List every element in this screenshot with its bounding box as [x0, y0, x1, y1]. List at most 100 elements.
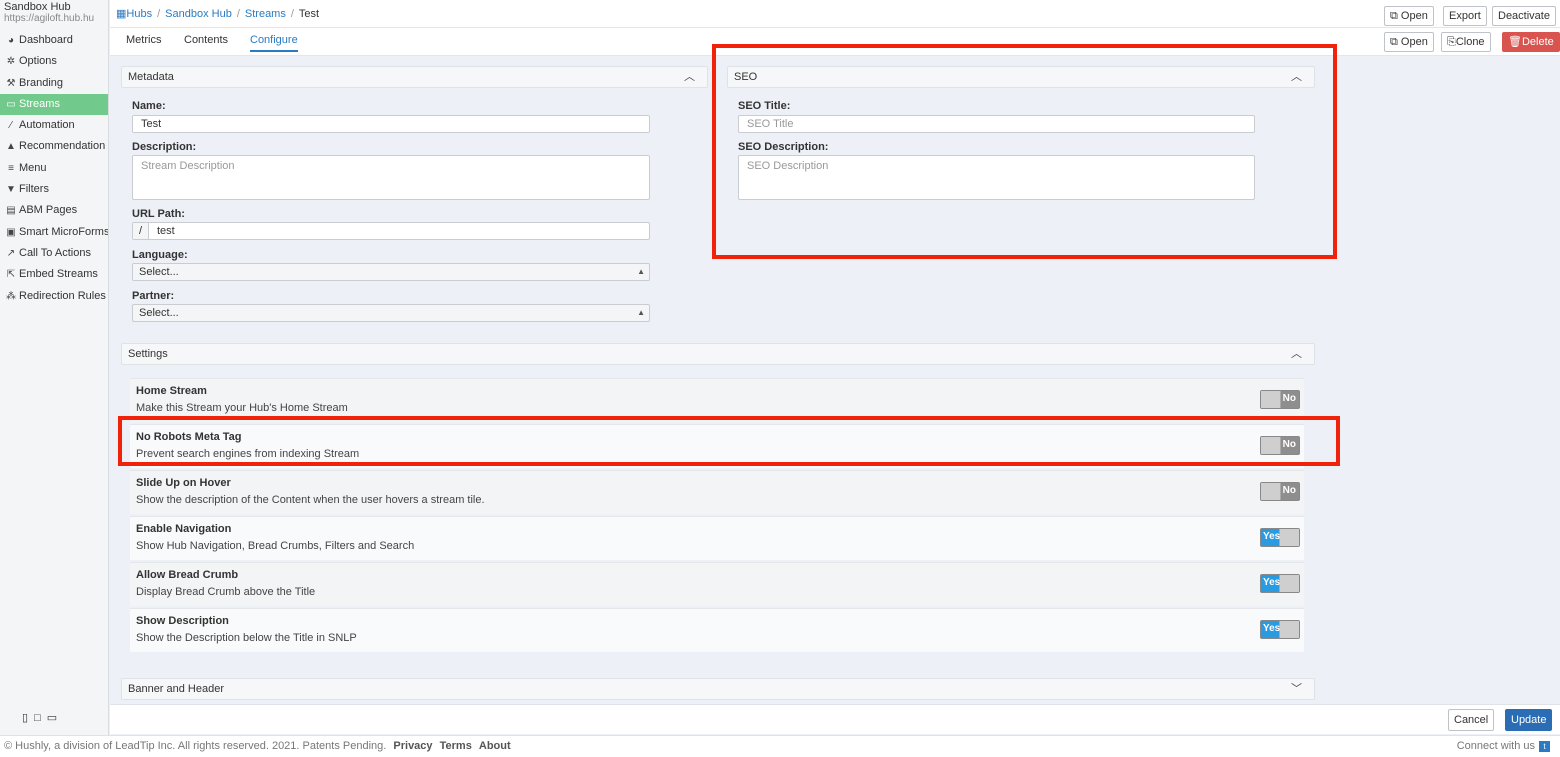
description-field[interactable]: Stream Description — [132, 155, 650, 200]
sidebar-item-abm-pages[interactable]: ▤ ABM Pages — [0, 200, 108, 221]
footer: © Hushly, a division of LeadTip Inc. All… — [0, 735, 1560, 757]
chevron-up-icon[interactable]: ︿ — [1291, 67, 1302, 87]
copyright-text: © Hushly, a division of LeadTip Inc. All… — [4, 740, 387, 752]
dashboard-icon: ◕ — [7, 35, 15, 46]
privacy-link[interactable]: Privacy — [393, 740, 432, 752]
toggle-state: No — [1282, 439, 1296, 450]
button-label: Open — [1400, 36, 1428, 48]
cancel-button[interactable]: Cancel — [1448, 709, 1495, 731]
open-hub-button[interactable]: ⧉ Open — [1384, 6, 1434, 26]
sidebar-item-call-to-actions[interactable]: ↗ Call To Actions — [0, 243, 108, 264]
streams-icon: ▭ — [6, 98, 16, 110]
sidebar-item-label: Branding — [19, 76, 64, 89]
filter-icon: ▼ — [6, 184, 16, 196]
toggle-state: Yes — [1263, 577, 1281, 588]
sidebar-item-label: Smart MicroForms — [19, 225, 108, 238]
setting-row-slide-up: Slide Up on Hover Show the description o… — [130, 470, 1304, 514]
slide-up-toggle[interactable]: No — [1260, 482, 1300, 501]
sidebar-item-redirection-rules[interactable]: ⁂ Redirection Rules — [0, 286, 108, 307]
device-preview-switcher: ▯□▭ — [22, 711, 63, 724]
sidebar-item-menu[interactable]: ≡ Menu — [0, 158, 108, 179]
clone-button[interactable]: ⎘Clone — [1441, 32, 1491, 52]
deactivate-button[interactable]: Deactivate — [1492, 6, 1556, 26]
desktop-icon[interactable]: ▭ — [47, 712, 63, 724]
tab-metrics[interactable]: Metrics — [126, 34, 161, 50]
hub-title: Sandbox Hub https://agiloft.hub.hu — [0, 0, 108, 25]
hub-name: Sandbox Hub — [4, 1, 71, 13]
allow-bread-crumb-toggle[interactable]: Yes — [1260, 574, 1300, 593]
update-button[interactable]: Update — [1505, 709, 1553, 731]
breadcrumb-hubs[interactable]: ▦Hubs — [116, 8, 152, 20]
breadcrumb-streams[interactable]: Streams — [245, 8, 286, 20]
sidebar-item-embed-streams[interactable]: ⇱ Embed Streams — [0, 264, 108, 285]
chevron-down-icon[interactable]: ﹀ — [1291, 679, 1302, 699]
sidebar-item-recommendation[interactable]: ▲ Recommendation — [0, 136, 108, 157]
tab-contents[interactable]: Contents — [184, 34, 228, 50]
setting-row-show-description: Show Description Show the Description be… — [130, 608, 1304, 652]
no-robots-toggle[interactable]: No — [1260, 436, 1300, 455]
delete-button[interactable]: 🗑Delete — [1502, 32, 1560, 52]
enable-navigation-toggle[interactable]: Yes — [1260, 528, 1300, 547]
sidebar-item-label: Filters — [19, 183, 49, 196]
name-field[interactable]: Test — [132, 115, 650, 133]
setting-title: No Robots Meta Tag — [136, 431, 242, 443]
sidebar-item-options[interactable]: ✲ Options — [0, 51, 108, 72]
sidebar-item-label: Redirection Rules — [19, 289, 106, 302]
partner-select[interactable]: Select... ▲ — [132, 304, 650, 322]
terms-link[interactable]: Terms — [440, 740, 472, 752]
menu-icon: ≡ — [8, 162, 14, 174]
sidebar-item-label: Call To Actions — [19, 246, 91, 259]
chevron-up-icon[interactable]: ︿ — [684, 67, 695, 87]
setting-description: Show the Description below the Title in … — [136, 632, 357, 644]
sidebar-item-label: Menu — [19, 161, 47, 174]
action-bar: Cancel Update — [110, 704, 1560, 734]
sidebar-item-branding[interactable]: ⚒ Branding — [0, 73, 108, 94]
sidebar-item-streams[interactable]: ▭ Streams — [0, 93, 108, 116]
connect-with-us: Connect with us t — [1457, 736, 1550, 757]
seo-title-label: SEO Title: — [738, 100, 791, 112]
sidebar-item-dashboard[interactable]: ◕ Dashboard — [0, 30, 108, 51]
setting-description: Show the description of the Content when… — [136, 494, 485, 506]
tab-configure[interactable]: Configure — [250, 34, 298, 52]
export-button[interactable]: Export — [1443, 6, 1487, 26]
mobile-icon[interactable]: ▯ — [22, 712, 34, 724]
sidebar-item-smart-microforms[interactable]: ▣ Smart MicroForms — [0, 222, 108, 243]
url-path-value: test — [157, 225, 175, 237]
panel-title: Settings — [128, 348, 168, 360]
breadcrumb-separator: / — [236, 8, 240, 20]
chevron-up-icon[interactable]: ︿ — [1291, 344, 1302, 364]
about-link[interactable]: About — [479, 740, 511, 752]
twitter-icon[interactable]: t — [1539, 740, 1550, 752]
sidebar-item-label: Recommendation — [19, 140, 106, 153]
button-label: Clone — [1455, 36, 1485, 48]
banner-panel-header[interactable]: Banner and Header ﹀ — [121, 678, 1315, 700]
seo-description-field[interactable]: SEO Description — [738, 155, 1255, 200]
seo-panel-header[interactable]: SEO ︿ — [727, 66, 1315, 88]
home-stream-toggle[interactable]: No — [1260, 390, 1300, 409]
sidebar-item-label: Automation — [19, 119, 75, 132]
magic-wand-icon: ⁄ — [10, 120, 12, 132]
sidebar-item-automation[interactable]: ⁄ Automation — [0, 115, 108, 136]
panel-title: Banner and Header — [128, 683, 225, 695]
toggle-state: No — [1282, 485, 1296, 496]
setting-row-home-stream: Home Stream Make this Stream your Hub's … — [130, 378, 1304, 422]
url-path-field[interactable]: / test — [132, 222, 650, 240]
form-icon: ▣ — [6, 226, 16, 238]
breadcrumb-hub[interactable]: Sandbox Hub — [165, 8, 232, 20]
hub-url: https://agiloft.hub.hu — [4, 13, 95, 24]
breadcrumb-current: Test — [298, 8, 320, 20]
sidebar-item-filters[interactable]: ▼ Filters — [0, 179, 108, 200]
metadata-panel-header[interactable]: Metadata ︿ — [121, 66, 708, 88]
open-stream-button[interactable]: ⧉ Open — [1384, 32, 1434, 52]
gear-icon: ✲ — [6, 56, 16, 68]
trash-icon: 🗑 — [1508, 36, 1522, 48]
settings-panel-header[interactable]: Settings ︿ — [121, 343, 1315, 365]
toggle-state: No — [1282, 393, 1296, 404]
setting-description: Display Bread Crumb above the Title — [136, 586, 316, 598]
sidebar-item-label: Embed Streams — [19, 268, 98, 281]
seo-title-field[interactable]: SEO Title — [738, 115, 1255, 133]
show-description-toggle[interactable]: Yes — [1260, 620, 1300, 639]
toggle-state: Yes — [1263, 623, 1281, 634]
language-select[interactable]: Select... ▲ — [132, 263, 650, 281]
tablet-icon[interactable]: □ — [34, 712, 47, 724]
